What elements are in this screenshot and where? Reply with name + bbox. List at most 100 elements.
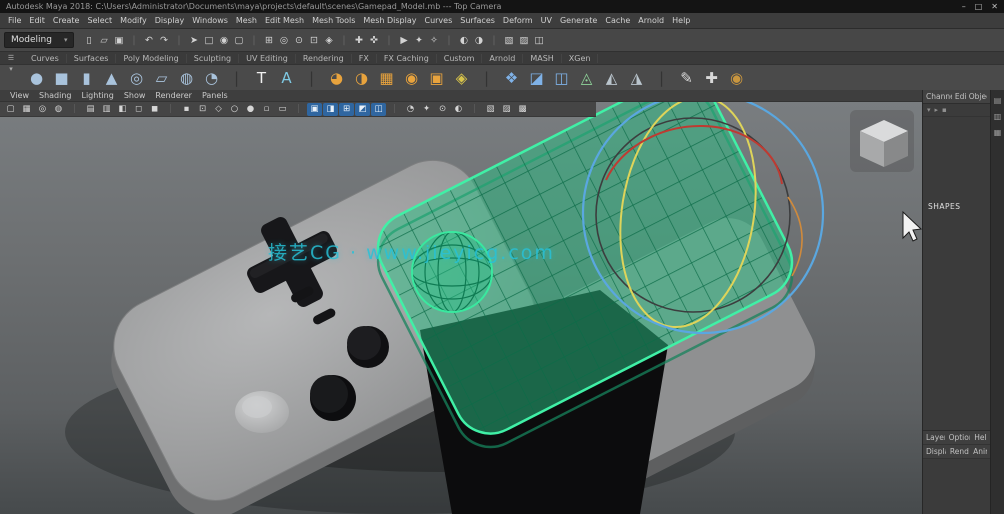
status-line-icon[interactable]: | <box>441 32 456 48</box>
scene-canvas[interactable] <box>0 102 922 514</box>
layer-editor-tab[interactable]: Anim <box>973 447 987 456</box>
panel-menu-item[interactable]: Panels <box>197 91 233 100</box>
panel-toolbar-icon[interactable]: ▥ <box>99 103 114 116</box>
shelf-menu-icon[interactable]: ▾ <box>9 65 13 73</box>
panel-toolbar-icon[interactable]: ◻ <box>131 103 146 116</box>
panel-toolbar-icon[interactable]: ⊡ <box>195 103 210 116</box>
panel-toolbar-icon[interactable]: ▭ <box>275 103 290 116</box>
status-line-icon[interactable]: ◎ <box>276 32 291 48</box>
shelf-tab[interactable]: Arnold <box>482 54 523 63</box>
menu-item[interactable]: Generate <box>556 16 601 25</box>
shelf-tool-icon[interactable]: ● <box>24 66 49 90</box>
shelf-tool-icon[interactable]: T <box>249 66 274 90</box>
shelf-tool-icon[interactable]: ❖ <box>499 66 524 90</box>
menu-item[interactable]: Display <box>151 16 189 25</box>
shelf-tool-icon[interactable]: ✚ <box>699 66 724 90</box>
menu-item[interactable]: Surfaces <box>456 16 499 25</box>
shelf-tool-icon[interactable]: ◉ <box>399 66 424 90</box>
status-line-icon[interactable]: ✧ <box>426 32 441 48</box>
layer-editor-tab[interactable]: Render <box>950 447 969 456</box>
shelf-tool-icon[interactable]: ✎ <box>674 66 699 90</box>
window-control-button[interactable]: □ <box>975 2 983 11</box>
shelf-tool-icon[interactable]: ◬ <box>574 66 599 90</box>
panel-toolbar-icon[interactable]: ◫ <box>371 103 386 116</box>
panel-toolbar-icon[interactable]: | <box>67 103 82 116</box>
menuset-dropdown[interactable]: Modeling ▾ <box>4 32 74 48</box>
shelf-tool-icon[interactable]: ▱ <box>149 66 174 90</box>
status-line-icon[interactable]: ⊙ <box>291 32 306 48</box>
panel-toolbar-icon[interactable]: ● <box>243 103 258 116</box>
shelf-tool-icon[interactable]: ▣ <box>424 66 449 90</box>
panel-menu-item[interactable]: Renderer <box>150 91 197 100</box>
status-line-icon[interactable]: | <box>126 32 141 48</box>
panel-toolbar-icon[interactable]: | <box>163 103 178 116</box>
panel-toolbar-icon[interactable]: ▣ <box>307 103 322 116</box>
menu-item[interactable]: Windows <box>188 16 232 25</box>
shelf-tab[interactable]: Poly Modeling <box>116 54 186 63</box>
channel-box-tab[interactable]: Object <box>969 92 987 101</box>
panel-toolbar-icon[interactable]: ▩ <box>515 103 530 116</box>
menu-item[interactable]: Select <box>83 16 116 25</box>
thumb-pad[interactable] <box>235 391 289 433</box>
shelf-tool-icon[interactable]: ◕ <box>324 66 349 90</box>
shelf-tool-icon[interactable]: ◍ <box>174 66 199 90</box>
panel-menu-item[interactable]: Lighting <box>76 91 118 100</box>
status-line-icon[interactable]: ⊞ <box>261 32 276 48</box>
menu-item[interactable]: File <box>4 16 25 25</box>
shelf-tool-icon[interactable]: ◈ <box>449 66 474 90</box>
panel-toolbar-icon[interactable]: ◼ <box>147 103 162 116</box>
status-line-icon[interactable]: ▶ <box>396 32 411 48</box>
shelf-tool-icon[interactable]: ▲ <box>99 66 124 90</box>
shelf-tool-icon[interactable]: ◫ <box>549 66 574 90</box>
shelf-tool-icon[interactable]: ◔ <box>199 66 224 90</box>
menu-item[interactable]: Help <box>668 16 694 25</box>
shelf-tool-icon[interactable]: | <box>474 66 499 90</box>
menu-item[interactable]: Arnold <box>634 16 668 25</box>
status-line-icon[interactable]: ▯ <box>81 32 96 48</box>
sidebar-toggle-icon[interactable]: ▥ <box>994 112 1002 121</box>
menu-item[interactable]: Edit Mesh <box>261 16 308 25</box>
layer-editor-menu-item[interactable]: Layers <box>926 433 945 442</box>
panel-toolbar-icon[interactable]: | <box>387 103 402 116</box>
status-line-icon[interactable]: ◑ <box>471 32 486 48</box>
shelf-tab[interactable]: Surfaces <box>67 54 117 63</box>
layer-editor-menu-item[interactable]: Help <box>974 433 987 442</box>
view-gizmo[interactable] <box>850 110 914 172</box>
shelf-tool-icon[interactable]: ◉ <box>724 66 749 90</box>
menu-item[interactable]: Modify <box>116 16 151 25</box>
menu-item[interactable]: Curves <box>420 16 456 25</box>
shelf-tool-icon[interactable]: ▦ <box>374 66 399 90</box>
panel-toolbar-icon[interactable]: ▦ <box>19 103 34 116</box>
status-line-icon[interactable]: ✦ <box>411 32 426 48</box>
panel-toolbar-icon[interactable]: ▤ <box>83 103 98 116</box>
menu-item[interactable]: Deform <box>499 16 537 25</box>
shelf-tool-icon[interactable]: | <box>224 66 249 90</box>
menu-item[interactable]: UV <box>537 16 556 25</box>
shelf-tab[interactable]: XGen <box>562 54 599 63</box>
panel-toolbar-icon[interactable]: ◎ <box>35 103 50 116</box>
shelf-tab[interactable]: Sculpting <box>187 54 239 63</box>
sidebar-toggle-icon[interactable]: ▤ <box>994 96 1002 105</box>
panel-toolbar-icon[interactable]: | <box>467 103 482 116</box>
shelf-tool-icon[interactable]: ◑ <box>349 66 374 90</box>
status-line-icon[interactable]: ◈ <box>321 32 336 48</box>
menu-item[interactable]: Create <box>49 16 84 25</box>
panel-menu-item[interactable]: View <box>5 91 34 100</box>
shelf-tool-icon[interactable]: ◭ <box>599 66 624 90</box>
status-line-icon[interactable]: ↷ <box>156 32 171 48</box>
panel-toolbar-icon[interactable]: | <box>291 103 306 116</box>
panel-toolbar-icon[interactable]: ◐ <box>451 103 466 116</box>
panel-toolbar-icon[interactable]: ○ <box>227 103 242 116</box>
channel-box-tab[interactable]: Channels <box>926 92 952 101</box>
status-line-icon[interactable]: ▱ <box>96 32 111 48</box>
status-line-icon[interactable]: | <box>336 32 351 48</box>
shelf-tool-icon[interactable]: ◪ <box>524 66 549 90</box>
status-line-icon[interactable]: | <box>171 32 186 48</box>
panel-toolbar-icon[interactable]: ▢ <box>3 103 18 116</box>
shelf-tab[interactable]: Rendering <box>296 54 352 63</box>
shelf-tool-icon[interactable]: ◮ <box>624 66 649 90</box>
status-line-icon[interactable]: ⊡ <box>306 32 321 48</box>
status-line-icon[interactable]: ◐ <box>456 32 471 48</box>
status-line-icon[interactable]: | <box>246 32 261 48</box>
channel-box-tab[interactable]: Edit <box>955 92 966 101</box>
